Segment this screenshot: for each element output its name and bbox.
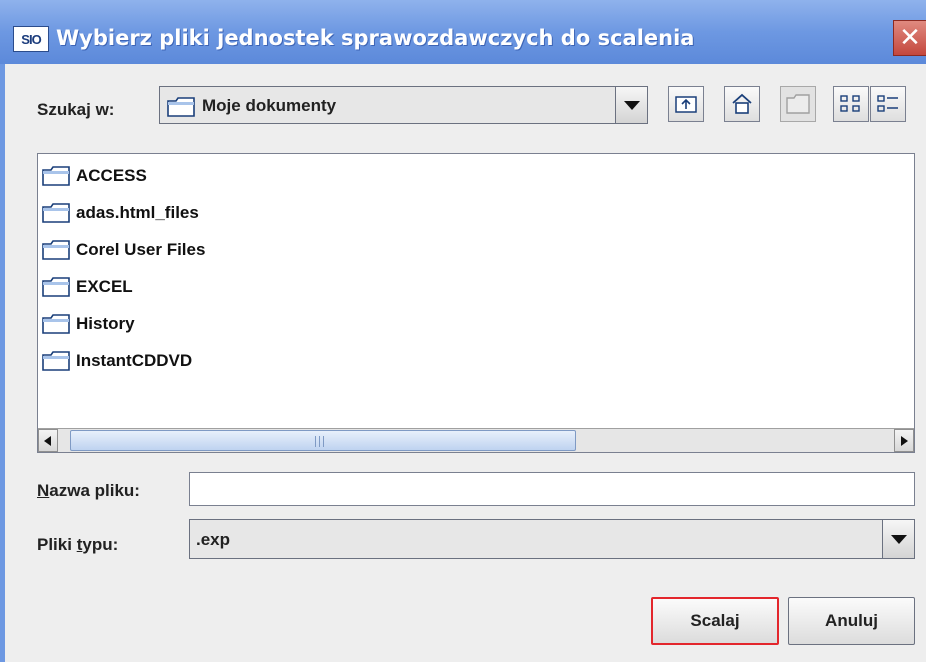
- app-icon: SIO: [13, 26, 49, 52]
- window-title: Wybierz pliki jednostek sprawozdawczych …: [56, 26, 695, 50]
- file-name-input[interactable]: [189, 472, 915, 506]
- file-name: ACCESS: [76, 166, 147, 185]
- file-name: InstantCDDVD: [76, 351, 193, 370]
- folder-icon: [42, 277, 70, 297]
- cancel-button[interactable]: Anuluj: [788, 597, 915, 645]
- chevron-down-icon: [890, 534, 907, 544]
- scroll-left-button[interactable]: [38, 429, 58, 452]
- folder-icon: [42, 203, 70, 223]
- new-folder-button[interactable]: [780, 86, 816, 122]
- list-item[interactable]: adas.html_files: [42, 196, 199, 230]
- folder-up-icon: [675, 96, 697, 113]
- file-type-dropdown-button[interactable]: [882, 520, 914, 558]
- file-name-label: Nazwa pliku:: [37, 481, 140, 500]
- close-icon: ✕: [899, 23, 921, 53]
- title-bar[interactable]: SIO Wybierz pliki jednostek sprawozdawcz…: [0, 0, 926, 64]
- details-view-icon: [877, 95, 898, 112]
- home-button[interactable]: [724, 86, 760, 122]
- file-list[interactable]: ACCESS adas.html_files Corel User Files …: [37, 153, 915, 453]
- scroll-right-button[interactable]: [894, 429, 914, 452]
- file-name: adas.html_files: [76, 203, 199, 222]
- look-in-combo[interactable]: Moje dokumenty: [159, 86, 648, 124]
- file-type-combo[interactable]: .exp: [189, 519, 915, 559]
- list-item[interactable]: Corel User Files: [42, 233, 205, 267]
- list-item[interactable]: ACCESS: [42, 159, 147, 193]
- folder-icon: [42, 314, 70, 334]
- window-border: [0, 64, 5, 662]
- list-item[interactable]: EXCEL: [42, 270, 133, 304]
- file-type-label: Pliki typu:: [37, 535, 119, 554]
- scrollbar-thumb[interactable]: [70, 430, 576, 451]
- file-name: EXCEL: [76, 277, 133, 296]
- arrow-right-icon: [901, 435, 908, 446]
- up-one-level-button[interactable]: [668, 86, 704, 122]
- look-in-value: Moje dokumenty: [202, 96, 337, 115]
- folder-icon: [42, 166, 70, 186]
- list-item[interactable]: InstantCDDVD: [42, 344, 192, 378]
- close-button[interactable]: ✕: [893, 20, 926, 56]
- arrow-left-icon: [44, 435, 51, 446]
- chevron-down-icon: [623, 100, 640, 110]
- merge-button[interactable]: Scalaj: [651, 597, 779, 645]
- details-view-button[interactable]: [870, 86, 906, 122]
- grip-icon: [315, 436, 325, 447]
- home-icon: [732, 93, 752, 114]
- folder-icon: [42, 351, 70, 371]
- file-name: History: [76, 314, 135, 333]
- list-view-icon: [840, 95, 860, 112]
- list-view-button[interactable]: [833, 86, 869, 122]
- horizontal-scrollbar[interactable]: [38, 428, 914, 452]
- new-folder-icon: [786, 94, 810, 114]
- folder-icon: [167, 97, 195, 122]
- file-name: Corel User Files: [76, 240, 206, 259]
- folder-icon: [42, 240, 70, 260]
- file-type-value: .exp: [196, 530, 231, 549]
- look-in-label: Szukaj w:: [37, 100, 115, 119]
- look-in-dropdown-button[interactable]: [615, 87, 647, 123]
- list-item[interactable]: History: [42, 307, 135, 341]
